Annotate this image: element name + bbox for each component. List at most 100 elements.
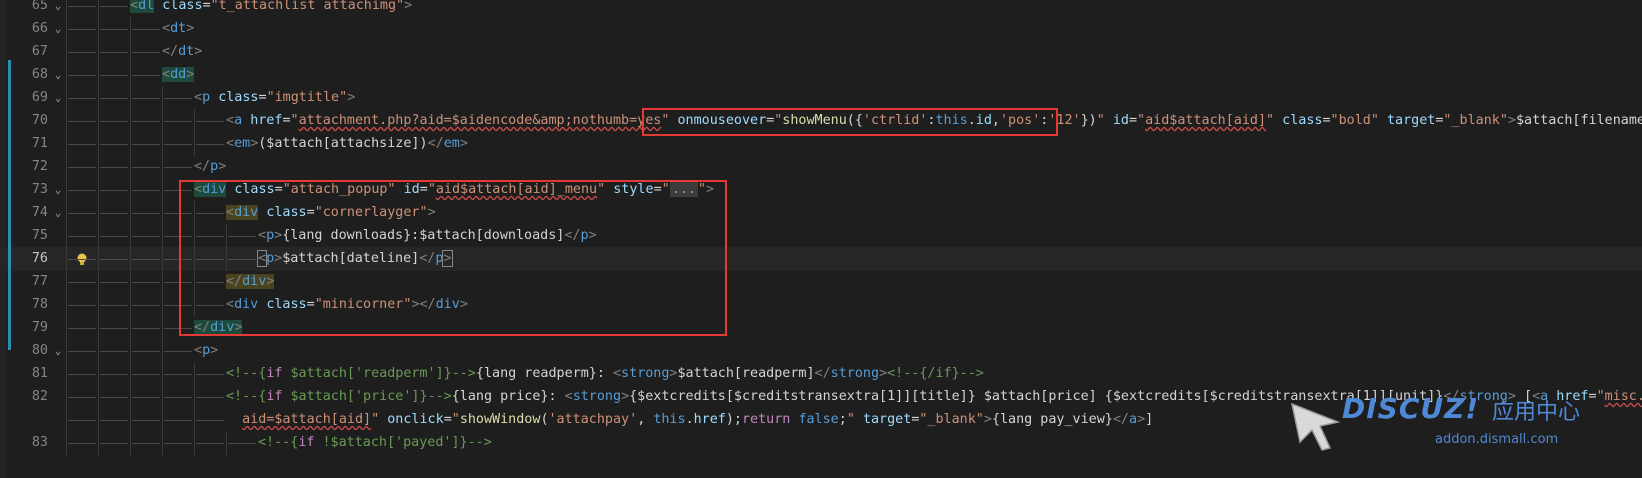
- indent-guide: [194, 132, 226, 156]
- indent-guide: [130, 362, 162, 386]
- code-line[interactable]: 78 <div class="minicorner"></div>: [0, 293, 1642, 317]
- indent-guide: [162, 316, 194, 340]
- line-number: 77: [31, 274, 48, 289]
- indent-guide: [130, 132, 162, 156]
- indent-guide: [162, 339, 194, 363]
- fold-chevron-icon[interactable]: ⌄: [52, 0, 64, 18]
- code-content: </div>: [66, 270, 275, 294]
- indent-guide: [130, 201, 162, 225]
- cursor-arrow-icon: [1290, 402, 1341, 451]
- code-content: <p>$attach[dateline]</p>: [66, 247, 453, 271]
- indent-guide: [98, 339, 130, 363]
- indent-guide: [66, 132, 98, 156]
- code-line[interactable]: 70 <a href="attachment.php?aid=$aidencode…: [0, 109, 1642, 133]
- indent-guide: [130, 224, 162, 248]
- indent-guide: [66, 86, 98, 110]
- fold-chevron-icon[interactable]: ⌄: [52, 339, 64, 363]
- line-number: 71: [31, 136, 48, 151]
- indent-guide: [130, 385, 162, 409]
- code-content: <a href="attachment.php?aid=$aidencode&a…: [66, 109, 1642, 133]
- change-indicator: [8, 60, 11, 350]
- indent-guide: [130, 270, 162, 294]
- indent-guide: [162, 270, 194, 294]
- indent-guide: [98, 178, 130, 202]
- code-content: <dd>: [66, 63, 195, 87]
- indent-guide: [130, 431, 162, 455]
- indent-guide: [98, 362, 130, 386]
- indent-guide: [66, 40, 98, 64]
- code-content: <p class="imgtitle">: [66, 86, 355, 110]
- line-number: 81: [31, 366, 48, 381]
- code-line[interactable]: 77 </div>: [0, 270, 1642, 294]
- code-content: <em>($attach[attachsize])</em>: [66, 132, 468, 156]
- code-line[interactable]: 66 ⌄ <dt>: [0, 17, 1642, 41]
- code-line[interactable]: 79 </div>: [0, 316, 1642, 340]
- code-content: aid=$attach[aid]" onclick="showWindow('a…: [66, 408, 1153, 432]
- code-line[interactable]: 74 ⌄ <div class="cornerlayger">: [0, 201, 1642, 225]
- indent-guide: [98, 86, 130, 110]
- indent-guide: [162, 247, 194, 271]
- code-content: <dl class="t_attachlist attachimg">: [66, 0, 412, 18]
- indent-guide: [98, 293, 130, 317]
- indent-guide: [194, 408, 226, 432]
- code-line[interactable]: 81 <!--{if $attach['readperm']}-->{lang r…: [0, 362, 1642, 386]
- indent-guide: [194, 362, 226, 386]
- indent-guide: [194, 431, 226, 455]
- watermark: DISCUZ! 应用中心 addon.dismall.com: [1290, 388, 1630, 468]
- indent-guide: [130, 247, 162, 271]
- indent-guide: [162, 201, 194, 225]
- indent-guide: [162, 293, 194, 317]
- line-number: 67: [31, 44, 48, 59]
- indent-guide: [130, 109, 162, 133]
- line-number: 68: [31, 67, 48, 82]
- fold-chevron-icon[interactable]: ⌄: [52, 201, 64, 225]
- code-line[interactable]: 72 </p>: [0, 155, 1642, 179]
- indent-guide: [130, 316, 162, 340]
- line-number: 78: [31, 297, 48, 312]
- code-line[interactable]: 65 ⌄ <dl class="t_attachlist attachimg">: [0, 0, 1642, 18]
- code-line[interactable]: 80 ⌄ <p>: [0, 339, 1642, 363]
- indent-guide: [66, 316, 98, 340]
- indent-guide: [98, 132, 130, 156]
- indent-guide: [130, 40, 162, 64]
- indent-guide: [98, 224, 130, 248]
- code-line[interactable]: 69 ⌄ <p class="imgtitle">: [0, 86, 1642, 110]
- line-number: 73: [31, 182, 48, 197]
- code-line[interactable]: 75 <p>{lang downloads}:$attach[downloads]…: [0, 224, 1642, 248]
- indent-guide: [194, 201, 226, 225]
- indent-guide: [66, 63, 98, 87]
- indent-guide: [66, 201, 98, 225]
- code-content: <div class="attach_popup" id="aid$attach…: [66, 178, 714, 202]
- indent-guide: [194, 109, 226, 133]
- line-number: 75: [31, 228, 48, 243]
- indent-guide: [194, 270, 226, 294]
- code-content: <div class="minicorner"></div>: [66, 293, 468, 317]
- fold-chevron-icon[interactable]: ⌄: [52, 63, 64, 87]
- code-content: </div>: [66, 316, 243, 340]
- code-line[interactable]: 73 ⌄ <div class="attach_popup" id="aid$att…: [0, 178, 1642, 202]
- indent-guide: [162, 132, 194, 156]
- fold-chevron-icon[interactable]: ⌄: [52, 86, 64, 110]
- indent-guide: [98, 40, 130, 64]
- indent-guide: [66, 178, 98, 202]
- indent-guide: [98, 431, 130, 455]
- indent-guide: [98, 385, 130, 409]
- indent-guide: [98, 270, 130, 294]
- code-line[interactable]: 76 <p>$attach[dateline]</p>: [0, 247, 1642, 271]
- indent-guide: [194, 293, 226, 317]
- fold-chevron-icon[interactable]: ⌄: [52, 17, 64, 41]
- indent-guide: [130, 339, 162, 363]
- line-number: 74: [31, 205, 48, 220]
- indent-guide: [162, 86, 194, 110]
- indent-guide: [194, 247, 226, 271]
- fold-chevron-icon[interactable]: ⌄: [52, 178, 64, 202]
- code-line[interactable]: 68 ⌄ <dd>: [0, 63, 1642, 87]
- indent-guide: [130, 155, 162, 179]
- code-content: <p>{lang downloads}:$attach[downloads]</…: [66, 224, 597, 248]
- indent-guide: [98, 201, 130, 225]
- code-content: <div class="cornerlayger">: [66, 201, 436, 225]
- indent-guide: [66, 17, 98, 41]
- code-content: <dt>: [66, 17, 194, 41]
- code-line[interactable]: 67 </dt>: [0, 40, 1642, 64]
- code-line[interactable]: 71 <em>($attach[attachsize])</em>: [0, 132, 1642, 156]
